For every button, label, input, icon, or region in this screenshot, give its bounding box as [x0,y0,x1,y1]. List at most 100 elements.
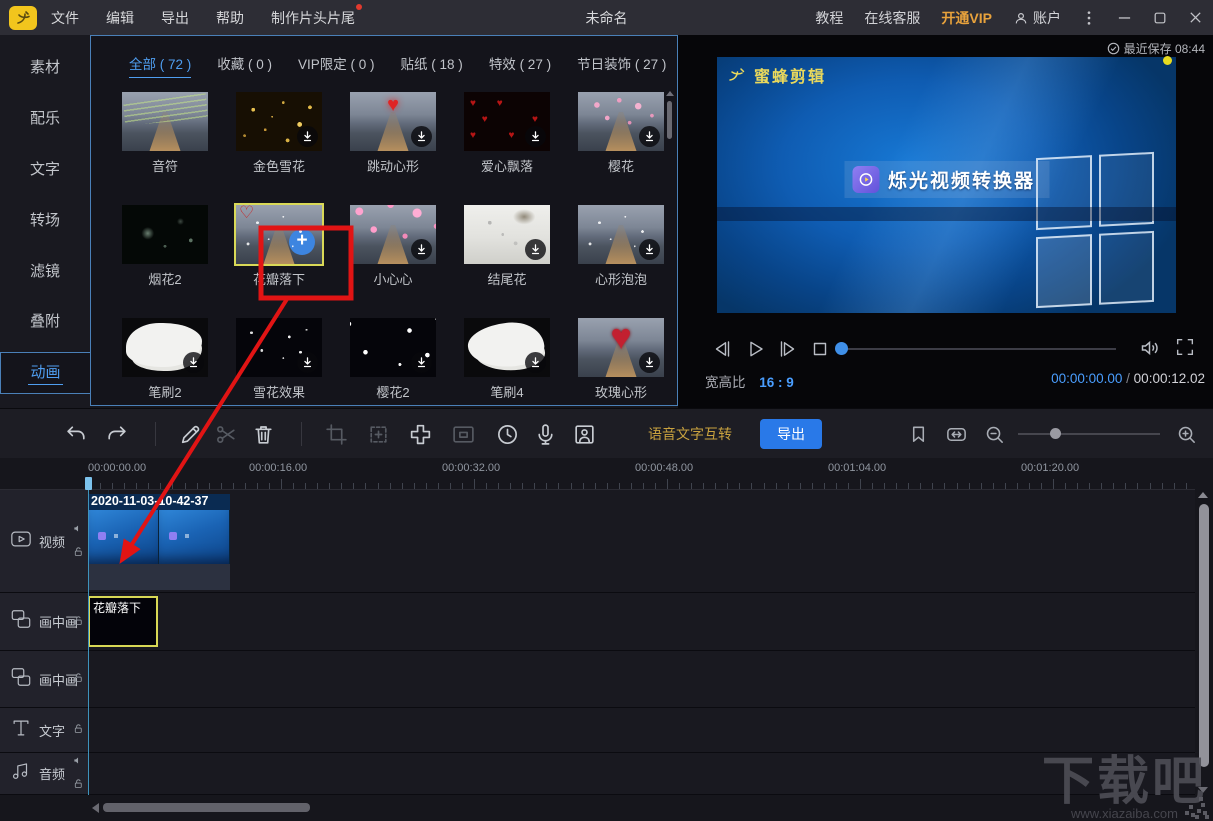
track-lane-3[interactable] [88,651,1195,707]
add-to-timeline-icon[interactable]: + [289,229,315,255]
tab-3[interactable]: VIP限定 ( 0 ) [298,53,375,78]
mosaic-icon[interactable] [403,417,437,451]
menu-4[interactable]: 帮助 [216,8,244,28]
track-lane-5[interactable] [88,753,1195,794]
track-lock-icon[interactable] [73,721,84,739]
sidebar-item-文字[interactable]: 文字 [0,159,90,181]
fullscreen-icon[interactable] [1174,336,1198,360]
vertical-scrollbar[interactable] [1198,490,1210,795]
horizontal-scrollbar[interactable] [103,803,310,812]
microphone-icon[interactable] [528,417,562,451]
track-lane-1[interactable]: 2020-11-03-10-42-37 [88,490,1195,592]
material-item-玫瑰心形[interactable]: 玫瑰心形 [578,318,664,401]
maximize-icon[interactable] [1153,11,1167,25]
download-icon[interactable] [525,352,546,373]
timeline-zoom-handle[interactable] [1050,428,1061,439]
pip-clip[interactable]: 花瓣落下 [88,596,158,647]
seek-handle[interactable] [835,342,848,355]
next-frame-icon[interactable] [775,337,799,361]
menu-3[interactable]: 导出 [161,8,189,28]
tab-5[interactable]: 特效 ( 27 ) [489,53,551,78]
zoom-out-icon[interactable] [977,417,1011,451]
track-lane-4[interactable] [88,708,1195,752]
tutorial-link[interactable]: 教程 [815,8,843,28]
material-item-烟花2[interactable]: 烟花2 [122,205,208,288]
download-icon[interactable] [639,126,660,147]
download-icon[interactable] [525,239,546,260]
road-balloons-thumbnail[interactable] [350,205,436,264]
download-icon[interactable] [297,126,318,147]
bookmark-icon[interactable] [901,417,935,451]
scrollbar-thumb[interactable] [667,101,672,139]
fit-width-icon[interactable] [939,417,973,451]
track-header-视频[interactable]: 视频 [0,490,88,592]
sidebar-item-素材[interactable]: 素材 [0,57,90,79]
hearts-black-thumbnail[interactable] [464,92,550,151]
undo-icon[interactable] [59,417,93,451]
track-mute-icon[interactable] [73,753,84,771]
edit-pencil-icon[interactable] [173,417,207,451]
material-item-跳动心形[interactable]: 跳动心形 [350,92,436,175]
portrait-icon[interactable] [567,417,601,451]
fireworks-thumbnail[interactable] [122,205,208,264]
track-header-音频[interactable]: 音频 [0,753,88,794]
scroll-up-icon[interactable] [666,91,674,96]
tab-2[interactable]: 收藏 ( 0 ) [217,53,272,78]
track-header-文字[interactable]: 文字 [0,708,88,752]
menu-5[interactable]: 制作片头片尾 [271,8,355,28]
material-item-笔刷2[interactable]: 笔刷2 [122,318,208,401]
sidebar-item-叠附[interactable]: 叠附 [0,311,90,333]
speech-to-text-button[interactable]: 语音文字互转 [648,424,732,444]
track-lane-2[interactable]: 花瓣落下 [88,593,1195,650]
seek-bar[interactable] [840,348,1116,350]
stop-icon[interactable] [808,337,832,361]
vscroll-thumb[interactable] [1199,504,1209,767]
road-music-thumbnail[interactable] [122,92,208,151]
tab-1[interactable]: 全部 ( 72 ) [129,53,191,78]
snow-dots-large-thumbnail[interactable] [350,318,436,377]
material-item-花瓣落下[interactable]: ♡+花瓣落下 [236,205,322,288]
road-heart-thumbnail[interactable] [350,92,436,151]
track-lock-icon[interactable] [73,613,84,631]
track-header-画中画[interactable]: 画中画 [0,593,88,650]
gold-snow-thumbnail[interactable] [236,92,322,151]
hscroll-left-icon[interactable] [92,803,99,813]
prev-frame-icon[interactable] [711,337,735,361]
tab-4[interactable]: 贴纸 ( 18 ) [401,53,463,78]
timeline-ruler[interactable]: 00:00:00.0000:00:16.0000:00:32.0000:00:4… [0,458,1195,490]
open-vip-button[interactable]: 开通VIP [941,8,992,28]
zoom-in-icon[interactable] [1169,417,1203,451]
track-lock-icon[interactable] [73,776,84,794]
volume-icon[interactable] [1138,336,1162,360]
trash-icon[interactable] [246,417,280,451]
more-menu-kebab-icon[interactable] [1082,10,1096,26]
export-button[interactable]: 导出 [760,419,822,449]
material-item-樱花[interactable]: 樱花 [578,92,664,175]
material-item-金色雪花[interactable]: 金色雪花 [236,92,322,175]
light-scene-thumbnail[interactable] [464,205,550,264]
minimize-icon[interactable] [1117,10,1132,25]
download-icon[interactable] [639,239,660,260]
close-icon[interactable] [1188,10,1203,25]
online-support-link[interactable]: 在线客服 [864,8,920,28]
panel-scrollbar[interactable] [666,91,673,431]
material-item-音符[interactable]: 音符 [122,92,208,175]
redo-icon[interactable] [99,417,133,451]
playhead-handle[interactable] [85,477,92,490]
download-icon[interactable] [411,239,432,260]
aspect-ratio-value[interactable]: 16 : 9 [759,375,794,390]
material-item-笔刷4[interactable]: 笔刷4 [464,318,550,401]
tab-6[interactable]: 节日装饰 ( 27 ) [577,53,666,78]
menu-2[interactable]: 编辑 [106,8,134,28]
app-logo-bee-icon[interactable] [9,6,37,30]
brush-white-thumbnail[interactable] [122,318,208,377]
material-item-心形泡泡[interactable]: 心形泡泡 [578,205,664,288]
download-icon[interactable] [297,352,318,373]
road-rose-thumbnail[interactable] [578,318,664,377]
download-icon[interactable] [411,352,432,373]
account-button[interactable]: 账户 [1013,8,1061,28]
material-item-雪花效果[interactable]: 雪花效果 [236,318,322,401]
sidebar-item-滤镜[interactable]: 滤镜 [0,261,90,283]
material-item-爱心飘落[interactable]: 爱心飘落 [464,92,550,175]
download-icon[interactable] [525,126,546,147]
